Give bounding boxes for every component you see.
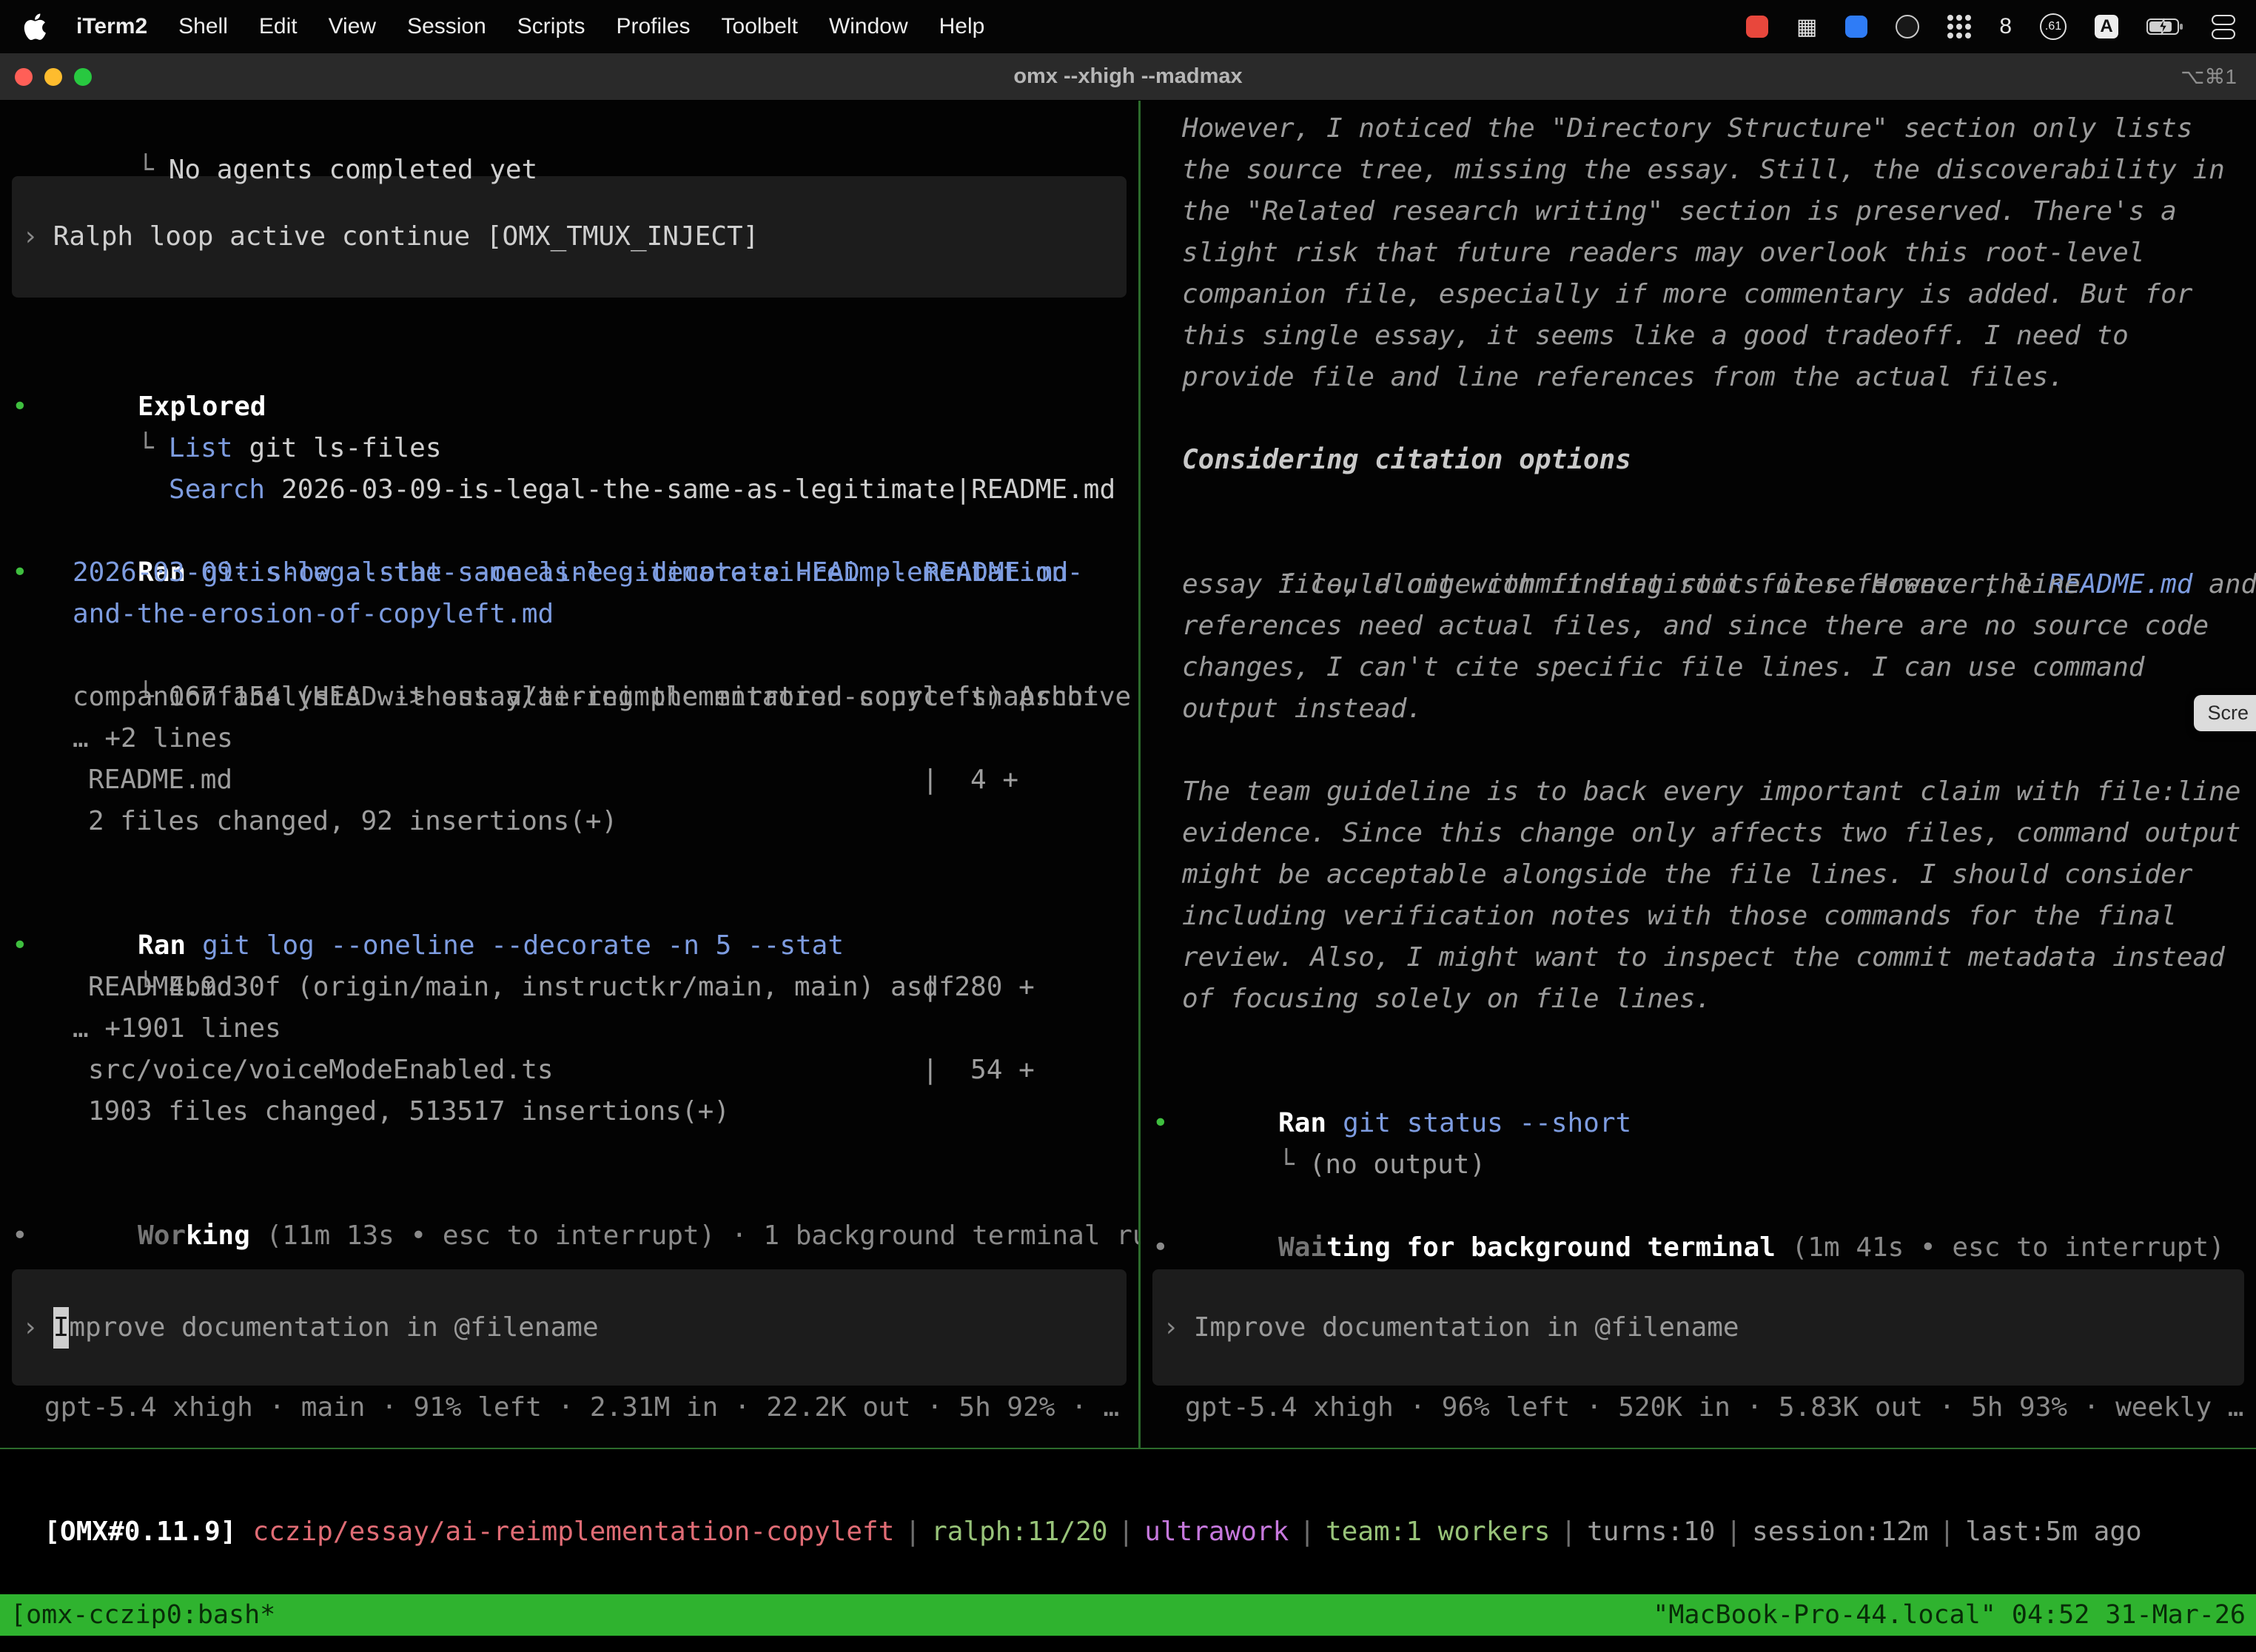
explored-list-line: └Listgit ls-files [0, 386, 1138, 428]
blue-app-icon[interactable] [1845, 16, 1867, 38]
thinking-paragraph-line: I could cite commit statistics or refere… [1141, 523, 2256, 564]
pane-bottom-border [0, 1448, 2256, 1449]
thinking-paragraph: essay file, along with finding root file… [1141, 564, 2256, 730]
omx-session: session:12m [1752, 1517, 1928, 1547]
circle-app-icon[interactable] [1896, 15, 1919, 38]
apple-icon [24, 13, 46, 40]
tmux-session-window[interactable]: [omx-cczip0:bash* [10, 1600, 275, 1630]
bullet-icon: • [12, 1215, 28, 1257]
prompt-input[interactable]: ›Improve documentation in @filename [12, 1269, 1127, 1386]
model-status-line: gpt-5.4 xhigh · 96% left · 520K in · 5.8… [1141, 1387, 2256, 1428]
menu-window[interactable]: Window [813, 14, 924, 39]
close-button[interactable] [15, 68, 33, 86]
prompt-glyph: › [1163, 1307, 1179, 1349]
thinking-paragraph: The team guideline is to back every impo… [1141, 771, 2256, 1020]
menu-toolbelt[interactable]: Toolbelt [706, 14, 813, 39]
tree-glyph: └ [138, 155, 154, 185]
battery-icon[interactable] [2146, 17, 2183, 36]
apps-grid-icon[interactable] [1947, 15, 1971, 38]
omx-last: last:5m ago [1965, 1517, 2141, 1547]
ran-git-show-entry: •Rangit show --stat --oneline --decorate… [0, 511, 1138, 552]
menu-bar: iTerm2 Shell Edit View Session Scripts P… [0, 0, 2256, 53]
menu-view[interactable]: View [313, 14, 392, 39]
grid-app-icon[interactable]: ▦ [1796, 14, 1817, 40]
omx-status-bar: [OMX#0.11.9]cczip/essay/ai-reimplementat… [12, 1470, 2142, 1511]
explored-search-line: Search2026-03-09-is-legal-the-same-as-le… [0, 428, 1138, 469]
right-pane[interactable]: However, I noticed the "Directory Struct… [1141, 101, 2256, 1449]
menu-shell[interactable]: Shell [163, 14, 244, 39]
model-status-line: gpt-5.4 xhigh · main · 91% left · 2.31M … [0, 1387, 1138, 1428]
menu-bar-status-icons: ▦ 8 .61 A [1746, 13, 2235, 40]
git-show-output-line: companion analysis without altering the … [0, 676, 1138, 718]
tmux-status-bar: [omx-cczip0:bash* "MacBook-Pro-44.local"… [0, 1594, 2256, 1636]
menu-scripts[interactable]: Scripts [502, 14, 601, 39]
diffstat-line: src/voice/voiceModeEnabled.ts | 54 + [0, 1050, 1138, 1091]
omx-ralph-count: ralph:11/20 [931, 1517, 1107, 1547]
apple-menu[interactable] [21, 13, 61, 40]
collapsed-lines-indicator[interactable]: … +2 lines [0, 718, 1138, 759]
terminal: └No agents completed yet ›Ralph loop act… [0, 101, 2256, 1449]
input-source-icon[interactable]: A [2095, 15, 2118, 38]
ran-git-show-filename: 2026-03-09-is-legal-the-same-as-legitima… [0, 552, 1138, 594]
omx-branch: cczip/essay/ai-reimplementation-copyleft [252, 1517, 894, 1547]
ran-git-show-filename: and-the-erosion-of-copyleft.md [0, 594, 1138, 635]
diffstat-summary: 1903 files changed, 513517 insertions(+) [0, 1091, 1138, 1132]
thinking-heading: Considering citation options [1141, 440, 2256, 481]
prompt-glyph: › [22, 1307, 38, 1349]
screen-recording-icon[interactable] [1746, 16, 1768, 38]
collapsed-lines-indicator[interactable]: … +1901 lines [0, 1008, 1138, 1050]
ran-git-log-entry: •Rangit log --oneline --decorate -n 5 --… [0, 884, 1138, 925]
git-show-output-line: └067f154 (HEAD -> essay/ai-reimplementat… [0, 635, 1138, 676]
traffic-lights [15, 68, 92, 86]
agents-note-line: └No agents completed yet [0, 108, 1138, 150]
menu-bar-left: iTerm2 Shell Edit View Session Scripts P… [21, 13, 1000, 40]
menu-edit[interactable]: Edit [244, 14, 313, 39]
menu-profiles[interactable]: Profiles [600, 14, 705, 39]
diffstat-line: README.md | 280 + [0, 967, 1138, 1008]
menu-app-name[interactable]: iTerm2 [61, 14, 163, 39]
omx-mode: ultrawork [1144, 1517, 1289, 1547]
ran-git-status-entry: •Rangit status --short [1141, 1061, 2256, 1103]
omx-team: team:1 workers [1326, 1517, 1550, 1547]
tree-glyph: └ [1278, 1149, 1295, 1180]
menu-session[interactable]: Session [392, 14, 502, 39]
window-shortcut-badge: ⌥⌘1 [2181, 64, 2237, 89]
control-center-icon[interactable] [2212, 15, 2235, 39]
thinking-paragraph: However, I noticed the "Directory Struct… [1141, 108, 2256, 398]
left-pane[interactable]: └No agents completed yet ›Ralph loop act… [0, 101, 1138, 1449]
window-title: omx --xhigh --madmax [0, 64, 2256, 89]
zoom-button[interactable] [74, 68, 92, 86]
counter-icon[interactable]: 8 [1999, 14, 2012, 39]
explored-entry: •Explored [0, 345, 1138, 386]
omx-turns: turns:10 [1587, 1517, 1715, 1547]
ralph-banner: ›Ralph loop active continue [OMX_TMUX_IN… [12, 176, 1127, 298]
window-title-bar[interactable]: omx --xhigh --madmax ⌥⌘1 [0, 53, 2256, 101]
bullet-icon: • [1152, 1227, 1169, 1269]
tmux-host-time: "MacBook-Pro-44.local" 04:52 31-Mar-26 [1653, 1600, 2246, 1630]
diffstat-summary: 2 files changed, 92 insertions(+) [0, 801, 1138, 842]
minimize-button[interactable] [44, 68, 62, 86]
screen-share-tab[interactable]: Scre [2194, 695, 2256, 731]
waiting-status-line: •Waiting for background terminal (1m 41s… [1141, 1186, 2256, 1227]
diffstat-line: README.md | 4 + [0, 759, 1138, 801]
prompt-glyph: › [22, 216, 38, 258]
omx-version: [OMX#0.11.9] [44, 1517, 236, 1547]
text-cursor: I [53, 1307, 70, 1349]
menu-help[interactable]: Help [924, 14, 1001, 39]
working-status-line: •Working (11m 13s • esc to interrupt) · … [0, 1174, 1138, 1215]
git-log-output-line: └4b9d30f (origin/main, instructkr/main, … [0, 925, 1138, 967]
prompt-input[interactable]: ›Improve documentation in @filename [1152, 1269, 2244, 1386]
git-status-output-line: └(no output) [1141, 1103, 2256, 1144]
gauge-icon[interactable]: .61 [2040, 13, 2067, 40]
